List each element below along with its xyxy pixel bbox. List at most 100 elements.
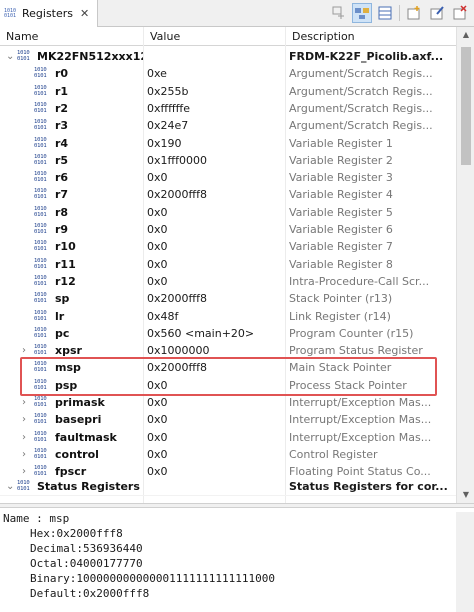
table-scrollbar[interactable]: ▲ ▼ bbox=[456, 27, 474, 503]
register-value[interactable]: 0x0 bbox=[147, 221, 283, 238]
register-name: r1 bbox=[55, 84, 69, 98]
registers-tab[interactable]: 1010 0101 Registers ✕ bbox=[0, 0, 98, 27]
close-icon[interactable]: ✕ bbox=[80, 7, 89, 20]
register-description: Variable Register 2 bbox=[289, 153, 393, 167]
register-name: r5 bbox=[55, 153, 69, 167]
register-row-r4[interactable]: 1010 0101 r4 0x190 Variable Register 1 bbox=[0, 135, 456, 152]
table-row-partial bbox=[0, 495, 456, 502]
register-name: primask bbox=[55, 396, 105, 409]
register-icon: 1010 0101 bbox=[34, 413, 47, 426]
scroll-up-icon[interactable]: ▲ bbox=[461, 30, 471, 40]
register-description: Interrupt/Exception Mas... bbox=[289, 430, 432, 444]
register-description: Argument/Scratch Regis... bbox=[289, 84, 433, 98]
register-row-lr[interactable]: 1010 0101 lr 0x48f Link Register (r14) bbox=[0, 308, 456, 325]
register-description: Program Counter (r15) bbox=[289, 326, 414, 340]
register-value[interactable]: 0x560 <main+20> bbox=[147, 325, 283, 342]
register-description: Interrupt/Exception Mas... bbox=[289, 396, 432, 409]
show-columns-icon[interactable] bbox=[375, 3, 395, 23]
register-value[interactable]: 0x0 bbox=[147, 204, 283, 221]
register-row-r1[interactable]: 1010 0101 r1 0x255b Argument/Scratch Regis.… bbox=[0, 83, 456, 100]
register-row-r5[interactable]: 1010 0101 r5 0x1fff0000 Variable Register 2 bbox=[0, 152, 456, 169]
register-value[interactable]: 0x2000fff8 bbox=[147, 186, 283, 203]
register-name-cell: 1010 0101 pc bbox=[0, 325, 143, 342]
register-name: r0 bbox=[55, 67, 69, 81]
register-name-cell: 1010 0101 r7 bbox=[0, 186, 143, 203]
register-row-r0[interactable]: 1010 0101 r0 0xe Argument/Scratch Regis... bbox=[0, 65, 456, 82]
register-value[interactable]: 0x0 bbox=[147, 256, 283, 273]
column-name-header[interactable]: Name bbox=[0, 27, 143, 46]
register-row-r10[interactable]: 1010 0101 r10 0x0 Variable Register 7 bbox=[0, 238, 456, 255]
register-row-r9[interactable]: 1010 0101 r9 0x0 Variable Register 6 bbox=[0, 221, 456, 238]
scroll-down-icon[interactable]: ▼ bbox=[461, 490, 471, 500]
register-row-sp[interactable]: 1010 0101 sp 0x2000fff8 Stack Pointer (r13) bbox=[0, 290, 456, 307]
tab-title: Registers bbox=[22, 7, 74, 20]
register-row-pc[interactable]: 1010 0101 pc 0x560 <main+20> Program Counte… bbox=[0, 325, 456, 342]
register-description: Argument/Scratch Regis... bbox=[289, 119, 433, 133]
registers-tree-table: ⌄ 1010 0101 MK22FN512xxx12 FRDM-K22F_Pic… bbox=[0, 46, 456, 502]
register-group-row[interactable]: ⌄ 1010 0101 MK22FN512xxx12 FRDM-K22F_Pic… bbox=[0, 48, 456, 65]
register-row-primask[interactable]: › 1010 0101 primask 0x0 Interrupt/Exception … bbox=[0, 394, 456, 411]
chevron-right-icon[interactable]: › bbox=[22, 446, 32, 463]
register-icon: 1010 0101 bbox=[34, 257, 47, 270]
register-row-r11[interactable]: 1010 0101 r11 0x0 Variable Register 8 bbox=[0, 256, 456, 273]
register-group-row[interactable]: ⌄ 1010 0101 Status Registers Status Regi… bbox=[0, 478, 456, 495]
edit-group-icon[interactable] bbox=[427, 3, 447, 23]
new-group-icon[interactable] bbox=[404, 3, 424, 23]
register-description: Variable Register 1 bbox=[289, 136, 393, 150]
chevron-down-icon[interactable]: ⌄ bbox=[6, 478, 16, 495]
register-value[interactable]: 0x0 bbox=[147, 273, 283, 290]
register-row-r2[interactable]: 1010 0101 r2 0xffffffe Argument/Scratch Reg… bbox=[0, 100, 456, 117]
register-value[interactable]: 0xe bbox=[147, 65, 283, 82]
view-tab-bar: 1010 0101 Registers ✕ bbox=[0, 0, 474, 27]
register-value[interactable]: 0x0 bbox=[147, 446, 283, 463]
register-name: r6 bbox=[55, 171, 69, 185]
column-value-header[interactable]: Value bbox=[143, 27, 285, 46]
register-value[interactable]: 0x0 bbox=[147, 394, 283, 411]
details-scrollbar[interactable] bbox=[456, 512, 474, 612]
register-name-cell: 1010 0101 sp bbox=[0, 290, 143, 307]
toolbar-separator bbox=[399, 5, 400, 21]
register-value[interactable]: 0x255b bbox=[147, 83, 283, 100]
register-row-r6[interactable]: 1010 0101 r6 0x0 Variable Register 3 bbox=[0, 169, 456, 186]
register-value[interactable]: 0x190 bbox=[147, 135, 283, 152]
register-icon: 1010 0101 bbox=[34, 101, 47, 114]
register-value[interactable]: 0x0 bbox=[147, 429, 283, 446]
collapse-all-icon[interactable] bbox=[329, 3, 349, 23]
register-value[interactable]: 0x0 bbox=[147, 411, 283, 428]
register-value[interactable]: 0x1fff0000 bbox=[147, 152, 283, 169]
chevron-right-icon[interactable]: › bbox=[22, 429, 32, 446]
scrollbar-thumb[interactable] bbox=[461, 47, 471, 165]
details-line-binary: Binary:100000000000001111111111111000 bbox=[30, 572, 276, 585]
register-row-r7[interactable]: 1010 0101 r7 0x2000fff8 Variable Register 4 bbox=[0, 186, 456, 203]
register-icon: 1010 0101 bbox=[34, 188, 47, 201]
chevron-right-icon[interactable]: › bbox=[22, 411, 32, 428]
register-value[interactable]: 0x24e7 bbox=[147, 117, 283, 134]
column-description-header[interactable]: Description bbox=[285, 27, 456, 46]
register-value[interactable]: 0x0 bbox=[147, 169, 283, 186]
register-row-basepri[interactable]: › 1010 0101 basepri 0x0 Interrupt/Exception … bbox=[0, 411, 456, 428]
register-name-cell: 1010 0101 r1 bbox=[0, 83, 143, 100]
register-value[interactable]: 0x48f bbox=[147, 308, 283, 325]
register-name: r7 bbox=[55, 188, 69, 202]
toggle-layout-icon[interactable] bbox=[352, 3, 372, 23]
remove-group-icon[interactable] bbox=[450, 3, 470, 23]
register-description: Interrupt/Exception Mas... bbox=[289, 413, 432, 427]
register-value[interactable]: 0xffffffe bbox=[147, 100, 283, 117]
register-description: Variable Register 4 bbox=[289, 188, 393, 202]
chevron-right-icon[interactable]: › bbox=[22, 394, 32, 411]
register-value[interactable]: 0x0 bbox=[147, 238, 283, 255]
register-row-faultmask[interactable]: › 1010 0101 faultmask 0x0 Interrupt/Exceptio… bbox=[0, 429, 456, 446]
register-row-r3[interactable]: 1010 0101 r3 0x24e7 Argument/Scratch Regis.… bbox=[0, 117, 456, 134]
register-name-cell: 1010 0101 r2 bbox=[0, 100, 143, 117]
chevron-down-icon[interactable]: ⌄ bbox=[6, 48, 16, 65]
register-row-control[interactable]: › 1010 0101 control 0x0 Control Register bbox=[0, 446, 456, 463]
register-row-r12[interactable]: 1010 0101 r12 0x0 Intra-Procedure-Call Scr.… bbox=[0, 273, 456, 290]
register-name: r4 bbox=[55, 136, 69, 150]
register-name-cell: › 1010 0101 control bbox=[0, 446, 143, 463]
register-icon: 1010 0101 bbox=[34, 447, 47, 460]
register-icon: 1010 0101 bbox=[34, 309, 47, 322]
group-value bbox=[147, 478, 283, 495]
register-row-r8[interactable]: 1010 0101 r8 0x0 Variable Register 5 bbox=[0, 204, 456, 221]
register-value[interactable]: 0x2000fff8 bbox=[147, 290, 283, 307]
register-description: Stack Pointer (r13) bbox=[289, 292, 393, 306]
